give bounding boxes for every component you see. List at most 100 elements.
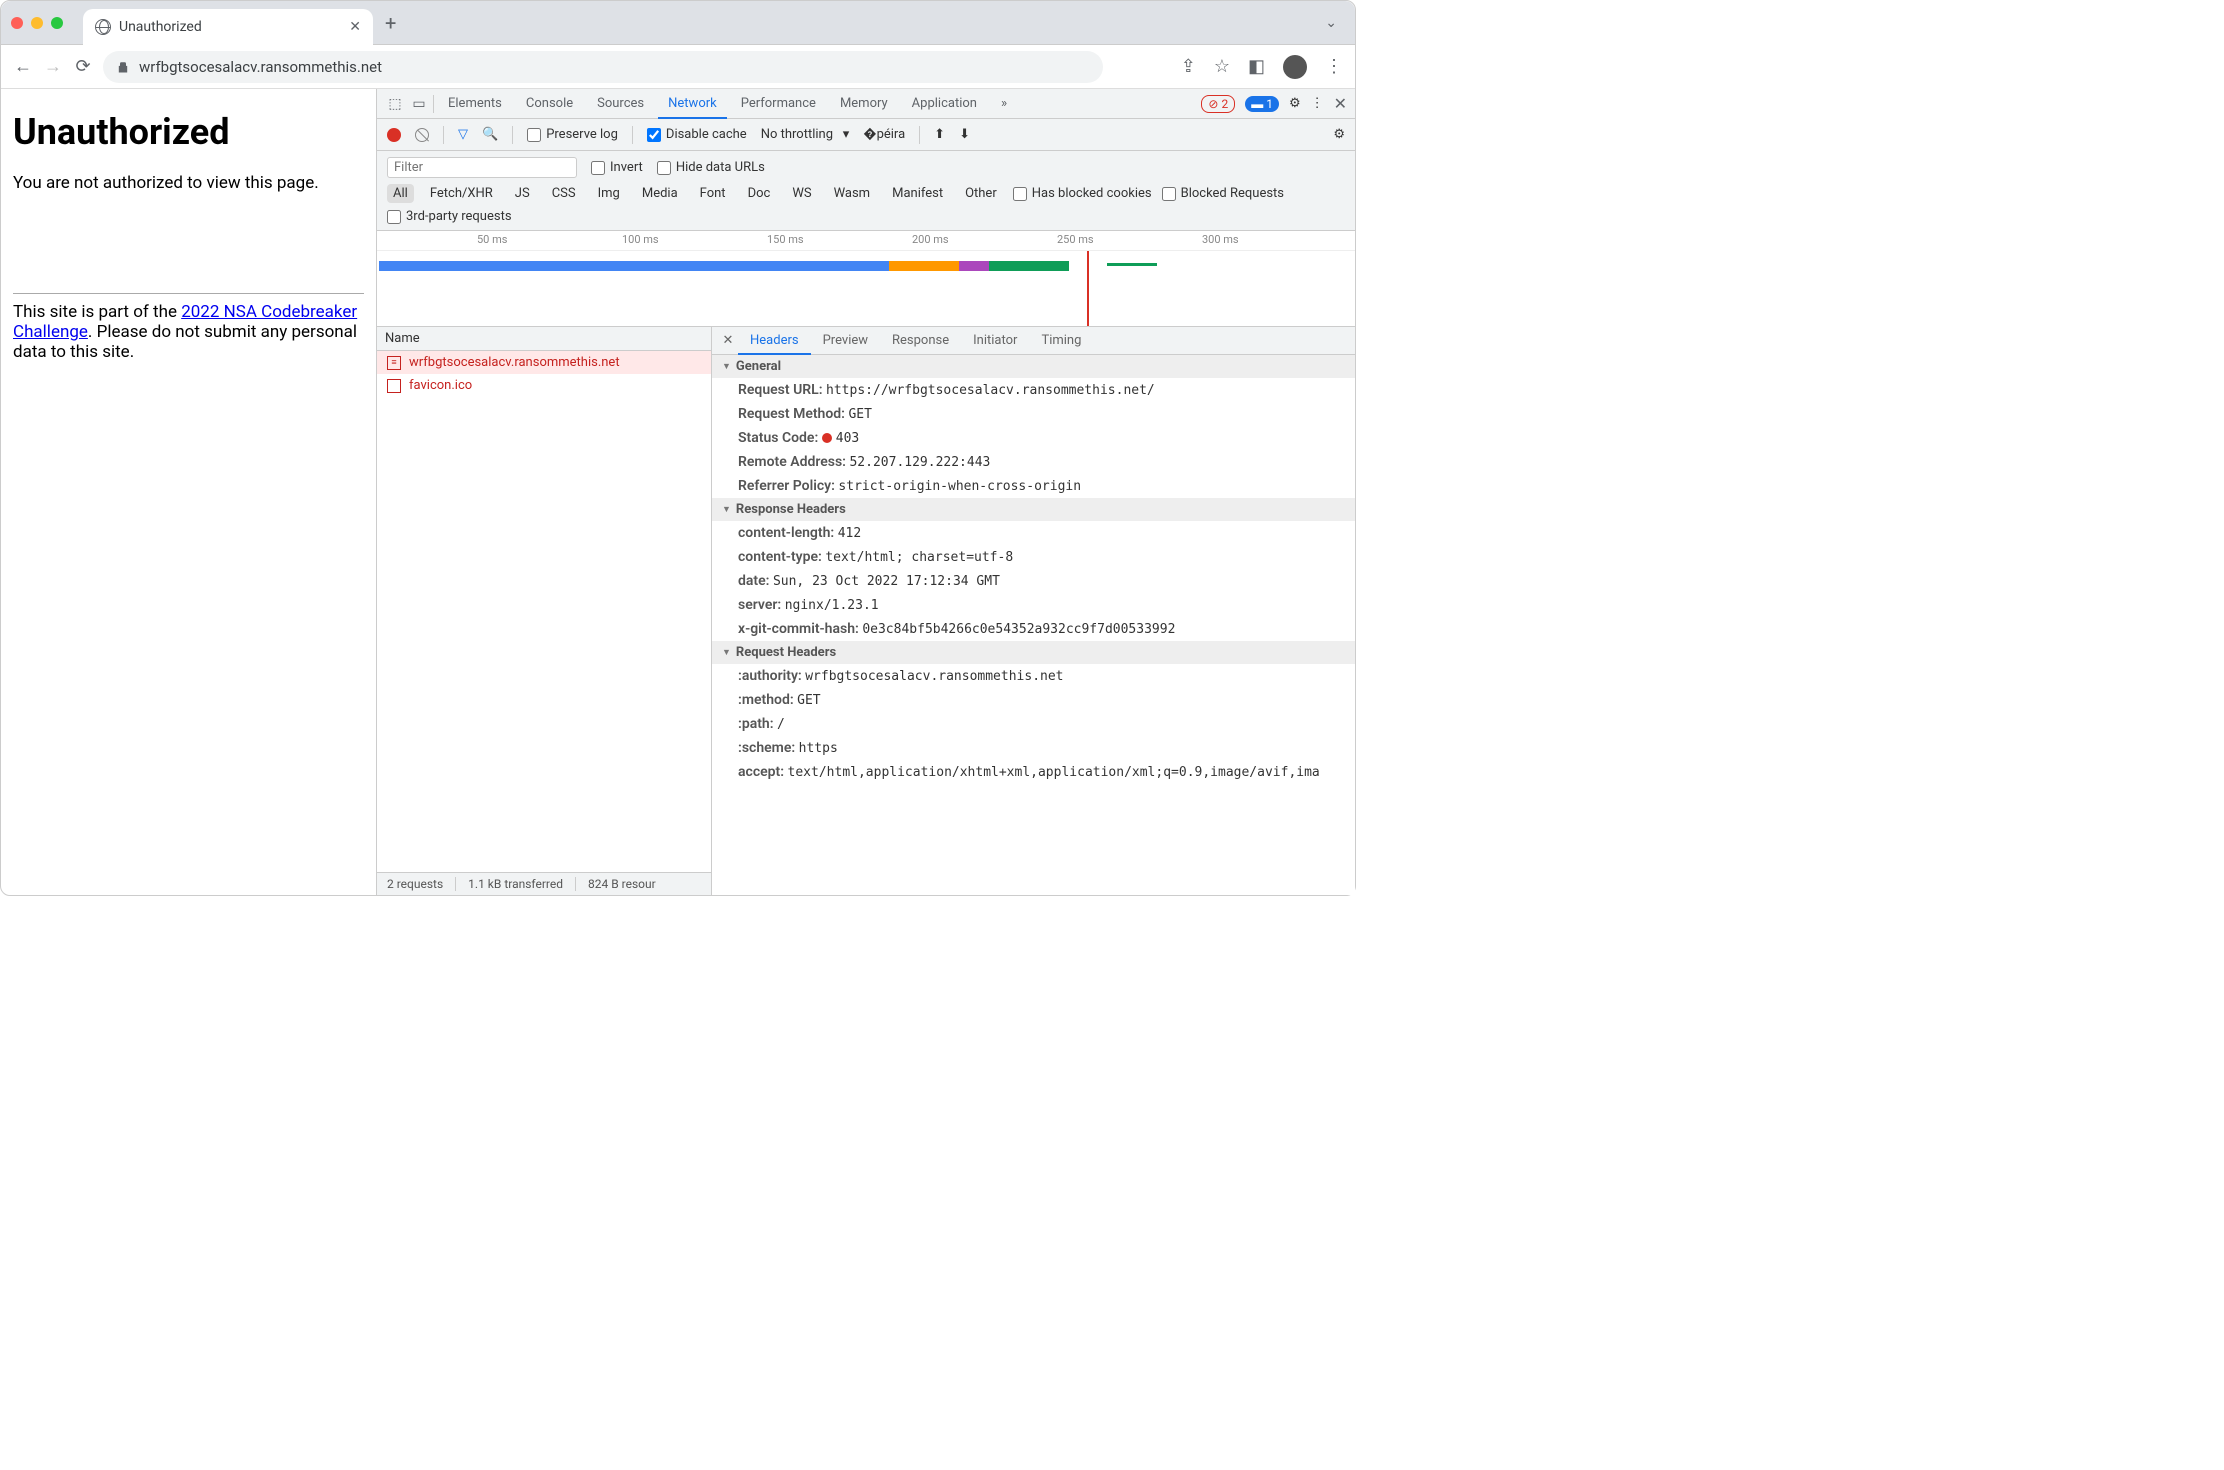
timeline-bar: [379, 261, 889, 271]
filter-input[interactable]: [387, 157, 577, 178]
devtools-panel: ⬚ ▭ Elements Console Sources Network Per…: [377, 89, 1355, 895]
minimize-window-button[interactable]: [31, 17, 43, 29]
filter-pill-img[interactable]: Img: [592, 184, 626, 203]
preserve-log-checkbox[interactable]: Preserve log: [527, 127, 618, 142]
detail-close-button[interactable]: ✕: [718, 333, 738, 348]
reload-button[interactable]: ⟳: [73, 56, 93, 77]
window-titlebar: Unauthorized ✕ + ⌄: [1, 1, 1355, 45]
omnibox[interactable]: wrfbgtsocesalacv.ransommethis.net: [103, 51, 1103, 83]
detail-tab-headers[interactable]: Headers: [738, 327, 811, 355]
header-row: server: nginx/1.23.1: [712, 593, 1355, 617]
sidepanel-icon[interactable]: ◧: [1248, 56, 1265, 77]
header-row: :authority: wrfbgtsocesalacv.ransommethi…: [712, 664, 1355, 688]
detail-tabbar: ✕ Headers Preview Response Initiator Tim…: [712, 327, 1355, 355]
tab-application[interactable]: Application: [902, 89, 987, 119]
network-conditions-icon[interactable]: �péira: [863, 127, 905, 142]
third-party-checkbox[interactable]: 3rd-party requests: [387, 209, 512, 224]
filter-pill-all[interactable]: All: [387, 184, 414, 203]
tab-memory[interactable]: Memory: [830, 89, 898, 119]
forward-button[interactable]: →: [43, 56, 63, 77]
invert-checkbox[interactable]: Invert: [591, 160, 643, 175]
request-row[interactable]: favicon.ico: [377, 374, 711, 397]
devtools-tabbar: ⬚ ▭ Elements Console Sources Network Per…: [377, 89, 1355, 119]
filter-pill-other[interactable]: Other: [959, 184, 1003, 203]
detail-tab-timing[interactable]: Timing: [1029, 327, 1093, 355]
request-row[interactable]: ≡ wrfbgtsocesalacv.ransommethis.net: [377, 351, 711, 374]
filter-pill-media[interactable]: Media: [636, 184, 684, 203]
record-button[interactable]: [387, 128, 401, 142]
gear-icon[interactable]: ⚙: [1289, 96, 1301, 111]
import-har-icon[interactable]: ⬆: [934, 127, 945, 142]
page-footer: This site is part of the 2022 NSA Codebr…: [13, 302, 364, 362]
tab-title: Unauthorized: [119, 19, 341, 35]
filter-pill-font[interactable]: Font: [694, 184, 732, 203]
detail-tab-initiator[interactable]: Initiator: [961, 327, 1029, 355]
document-icon: ≡: [387, 356, 401, 370]
tab-performance[interactable]: Performance: [731, 89, 826, 119]
search-icon[interactable]: 🔍: [482, 127, 498, 142]
message-count-badge[interactable]: ▬ 1: [1245, 96, 1279, 112]
network-filter-bar: Invert Hide data URLs All Fetch/XHR JS C…: [377, 151, 1355, 231]
tab-sources[interactable]: Sources: [587, 89, 654, 119]
filter-pill-doc[interactable]: Doc: [742, 184, 777, 203]
back-button[interactable]: ←: [13, 56, 33, 77]
section-response-headers[interactable]: Response Headers: [712, 498, 1355, 521]
device-toggle-icon[interactable]: ▭: [409, 96, 429, 112]
error-count-badge[interactable]: ⊘ 2: [1201, 95, 1235, 113]
blocked-requests-checkbox[interactable]: Blocked Requests: [1162, 186, 1284, 201]
tab-network[interactable]: Network: [658, 89, 727, 119]
filter-toggle-icon[interactable]: ▽: [458, 127, 468, 142]
filter-pill-manifest[interactable]: Manifest: [886, 184, 949, 203]
tabs-dropdown-icon[interactable]: ⌄: [1325, 15, 1337, 31]
share-icon[interactable]: ⇪: [1181, 56, 1196, 77]
throttling-select[interactable]: No throttling ▾: [761, 127, 850, 142]
header-row: Request URL: https://wrfbgtsocesalacv.ra…: [712, 378, 1355, 402]
detail-tab-response[interactable]: Response: [880, 327, 961, 355]
status-resources: 824 B resour: [588, 877, 668, 891]
request-name: favicon.ico: [409, 378, 472, 393]
request-list-header: Name: [377, 327, 711, 351]
header-row: content-type: text/html; charset=utf-8: [712, 545, 1355, 569]
network-timeline[interactable]: 50 ms 100 ms 150 ms 200 ms 250 ms 300 ms: [377, 231, 1355, 327]
section-general[interactable]: General: [712, 355, 1355, 378]
profile-avatar[interactable]: [1283, 55, 1307, 79]
network-settings-gear-icon[interactable]: ⚙: [1333, 127, 1345, 142]
devtools-close-button[interactable]: ✕: [1334, 94, 1347, 113]
blocked-cookies-checkbox[interactable]: Has blocked cookies: [1013, 186, 1152, 201]
status-transferred: 1.1 kB transferred: [468, 877, 576, 891]
filter-pill-wasm[interactable]: Wasm: [828, 184, 877, 203]
url-text: wrfbgtsocesalacv.ransommethis.net: [139, 58, 382, 76]
header-row: Request Method: GET: [712, 402, 1355, 426]
devtools-kebab-icon[interactable]: ⋮: [1311, 96, 1324, 111]
kebab-menu-icon[interactable]: ⋮: [1325, 56, 1343, 77]
tabs-overflow[interactable]: »: [991, 89, 1017, 119]
page-heading: Unauthorized: [13, 111, 364, 153]
bookmark-icon[interactable]: ☆: [1214, 56, 1230, 77]
new-tab-button[interactable]: +: [385, 11, 396, 35]
globe-icon: [95, 19, 111, 35]
section-request-headers[interactable]: Request Headers: [712, 641, 1355, 664]
traffic-lights: [11, 17, 63, 29]
header-row: content-length: 412: [712, 521, 1355, 545]
clear-button[interactable]: [415, 128, 429, 142]
filter-pill-css[interactable]: CSS: [546, 184, 582, 203]
hide-data-urls-checkbox[interactable]: Hide data URLs: [657, 160, 765, 175]
request-list: Name ≡ wrfbgtsocesalacv.ransommethis.net…: [377, 327, 712, 895]
tab-console[interactable]: Console: [516, 89, 583, 119]
header-row: Remote Address: 52.207.129.222:443: [712, 450, 1355, 474]
network-body: Name ≡ wrfbgtsocesalacv.ransommethis.net…: [377, 327, 1355, 895]
tab-elements[interactable]: Elements: [438, 89, 512, 119]
header-row: Referrer Policy: strict-origin-when-cros…: [712, 474, 1355, 498]
inspect-icon[interactable]: ⬚: [385, 96, 405, 112]
disable-cache-checkbox[interactable]: Disable cache: [647, 127, 747, 142]
close-tab-button[interactable]: ✕: [349, 19, 361, 35]
filter-pill-ws[interactable]: WS: [786, 184, 817, 203]
maximize-window-button[interactable]: [51, 17, 63, 29]
timeline-bar: [889, 261, 959, 271]
close-window-button[interactable]: [11, 17, 23, 29]
filter-pill-js[interactable]: JS: [509, 184, 536, 203]
browser-tab[interactable]: Unauthorized ✕: [83, 9, 373, 45]
export-har-icon[interactable]: ⬇: [959, 127, 970, 142]
detail-tab-preview[interactable]: Preview: [811, 327, 880, 355]
filter-pill-fetch[interactable]: Fetch/XHR: [424, 184, 499, 203]
